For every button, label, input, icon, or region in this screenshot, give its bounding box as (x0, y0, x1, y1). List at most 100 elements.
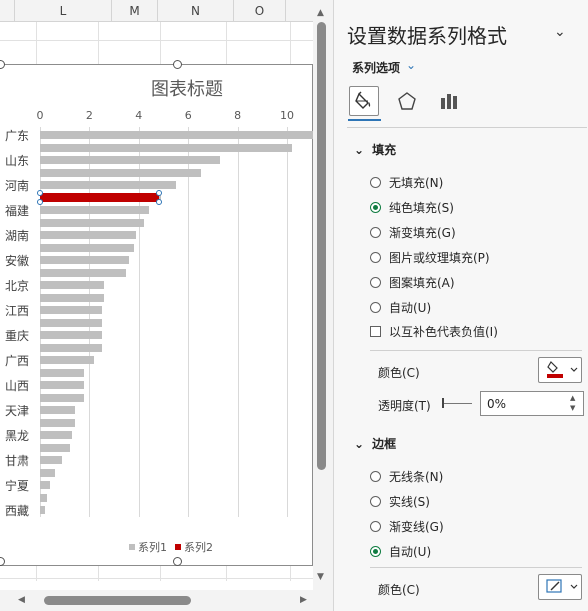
worksheet[interactable]: K L M N O 图表标题 0246810广东山东河南福建湖南安徽北京江西重庆… (0, 0, 313, 611)
bar-series1[interactable] (40, 168, 201, 177)
radio-button-checked[interactable] (370, 202, 381, 213)
bar-series1[interactable] (40, 156, 221, 164)
plot-area[interactable]: 0 2 4 6 8 10 广东 山东 河南 福建 湖南 安徽 北京 江西 重庆 广西 山西 天津 黑龙 甘肃 宁夏 西藏 (0, 65, 313, 567)
chart-area[interactable]: 图表标题 0 2 4 6 8 10 广东 山东 河南 福建 湖南 安徽 北京 江西 重庆 广西 山西 天津 黑龙 甘肃… (0, 60, 313, 567)
transparency-slider-track[interactable] (442, 403, 472, 404)
bar-series1[interactable] (40, 481, 50, 489)
radio-button[interactable] (370, 521, 381, 532)
column-header-l[interactable]: L (15, 0, 112, 22)
bar-series2-selected[interactable] (40, 192, 159, 202)
radio-button[interactable] (370, 302, 381, 313)
transparency-spinner[interactable]: ▲ ▼ (570, 393, 575, 413)
paint-bucket-icon (547, 361, 578, 378)
scroll-down-icon[interactable]: ▼ (317, 572, 324, 582)
bar-series1[interactable] (40, 318, 102, 327)
radio-button[interactable] (370, 496, 381, 507)
radio-button[interactable] (370, 252, 381, 263)
selection-handle[interactable] (155, 198, 162, 205)
bar-series1[interactable] (40, 256, 129, 264)
bar-series1[interactable] (40, 343, 102, 352)
horizontal-scroll-thumb[interactable] (44, 596, 191, 605)
bar-series1[interactable] (40, 368, 85, 377)
bar-chart-icon (441, 94, 457, 109)
bar-series1[interactable] (40, 356, 95, 364)
bar-series1[interactable] (40, 131, 313, 139)
fill-option-gradient[interactable]: 渐变填充(G) (370, 224, 456, 241)
bar-series1[interactable] (40, 231, 137, 239)
radio-button[interactable] (370, 177, 381, 188)
column-header-n[interactable]: N (158, 0, 234, 22)
bar-series1[interactable] (40, 468, 55, 477)
bar-series1[interactable] (40, 206, 149, 214)
selection-handle[interactable] (37, 198, 43, 205)
bar-series1[interactable] (40, 293, 105, 302)
bar-series1[interactable] (40, 431, 73, 439)
legend-label: 系列2 (184, 541, 213, 554)
legend-item-series1[interactable]: 系列1 (129, 539, 167, 555)
bar-series1[interactable] (40, 456, 63, 464)
divider (370, 350, 582, 351)
checkbox[interactable] (370, 326, 381, 337)
legend-swatch (129, 544, 135, 550)
bar-series1[interactable] (40, 418, 75, 427)
scroll-left-icon[interactable]: ◀ (18, 595, 25, 605)
invert-if-negative[interactable]: 以互补色代表负值(I) (370, 323, 498, 340)
divider (347, 127, 587, 128)
column-header-o[interactable]: O (234, 0, 286, 22)
vertical-scroll-thumb[interactable] (317, 22, 326, 470)
chart-legend[interactable]: 系列1 系列2 (129, 539, 213, 555)
fill-option-picture[interactable]: 图片或纹理填充(P) (370, 249, 490, 266)
selection-handle[interactable] (155, 189, 162, 196)
bar-series1[interactable] (40, 493, 48, 502)
bar-series1[interactable] (40, 268, 127, 277)
y-category-label: 山西 (5, 379, 30, 393)
bar-series1[interactable] (40, 306, 102, 314)
horizontal-scrollbar[interactable]: ◀ ▶ (0, 590, 331, 611)
radio-button[interactable] (370, 471, 381, 482)
transparency-input[interactable]: 0% (480, 391, 584, 416)
bar-series1[interactable] (40, 281, 105, 289)
fill-section-header[interactable]: ⌄ 填充 (354, 141, 396, 158)
bar-series1[interactable] (40, 381, 85, 389)
bar-series1[interactable] (40, 506, 45, 514)
legend-item-series2[interactable]: 系列2 (175, 539, 213, 555)
legend-swatch (175, 544, 181, 550)
fill-option-solid[interactable]: 纯色填充(S) (370, 199, 454, 216)
series-options-dropdown[interactable]: 系列选项 (352, 59, 400, 76)
scroll-up-icon[interactable]: ▲ (317, 8, 324, 18)
selection-handle[interactable] (37, 189, 43, 196)
radio-button[interactable] (370, 277, 381, 288)
column-header-k[interactable]: K (0, 0, 15, 22)
bar-series1[interactable] (40, 406, 75, 414)
series-options-tab[interactable] (434, 86, 464, 116)
pane-options-chevron-icon[interactable]: ⌄ (554, 24, 566, 40)
radio-button[interactable] (370, 227, 381, 238)
vertical-scrollbar[interactable]: ▲ ▼ (313, 0, 331, 590)
y-category-label: 北京 (5, 279, 30, 293)
border-section-header[interactable]: ⌄ 边框 (354, 435, 396, 452)
border-color-picker-button[interactable] (538, 574, 582, 600)
radio-button-checked[interactable] (370, 546, 381, 557)
bar-series1[interactable] (40, 143, 292, 152)
fill-color-label: 颜色(C) (378, 366, 420, 380)
fill-line-tab[interactable] (349, 86, 379, 116)
scroll-right-icon[interactable]: ▶ (300, 595, 307, 605)
border-option-none[interactable]: 无线条(N) (370, 468, 443, 485)
chevron-down-icon[interactable]: ⌄ (406, 58, 416, 72)
bar-series1[interactable] (40, 243, 134, 252)
fill-option-none[interactable]: 无填充(N) (370, 174, 443, 191)
bar-series1[interactable] (40, 443, 70, 452)
border-option-auto[interactable]: 自动(U) (370, 543, 431, 560)
bar-series1[interactable] (40, 331, 102, 339)
transparency-slider-thumb[interactable] (442, 398, 444, 408)
fill-option-auto[interactable]: 自动(U) (370, 299, 431, 316)
bar-series1[interactable] (40, 218, 144, 227)
column-header-m[interactable]: M (112, 0, 158, 22)
fill-color-picker-button[interactable] (538, 357, 582, 383)
border-option-gradient[interactable]: 渐变线(G) (370, 518, 444, 535)
bar-series1[interactable] (40, 393, 85, 402)
fill-option-pattern[interactable]: 图案填充(A) (370, 274, 455, 291)
effects-tab[interactable] (392, 86, 422, 116)
bar-series1[interactable] (40, 181, 176, 189)
border-option-solid[interactable]: 实线(S) (370, 493, 430, 510)
